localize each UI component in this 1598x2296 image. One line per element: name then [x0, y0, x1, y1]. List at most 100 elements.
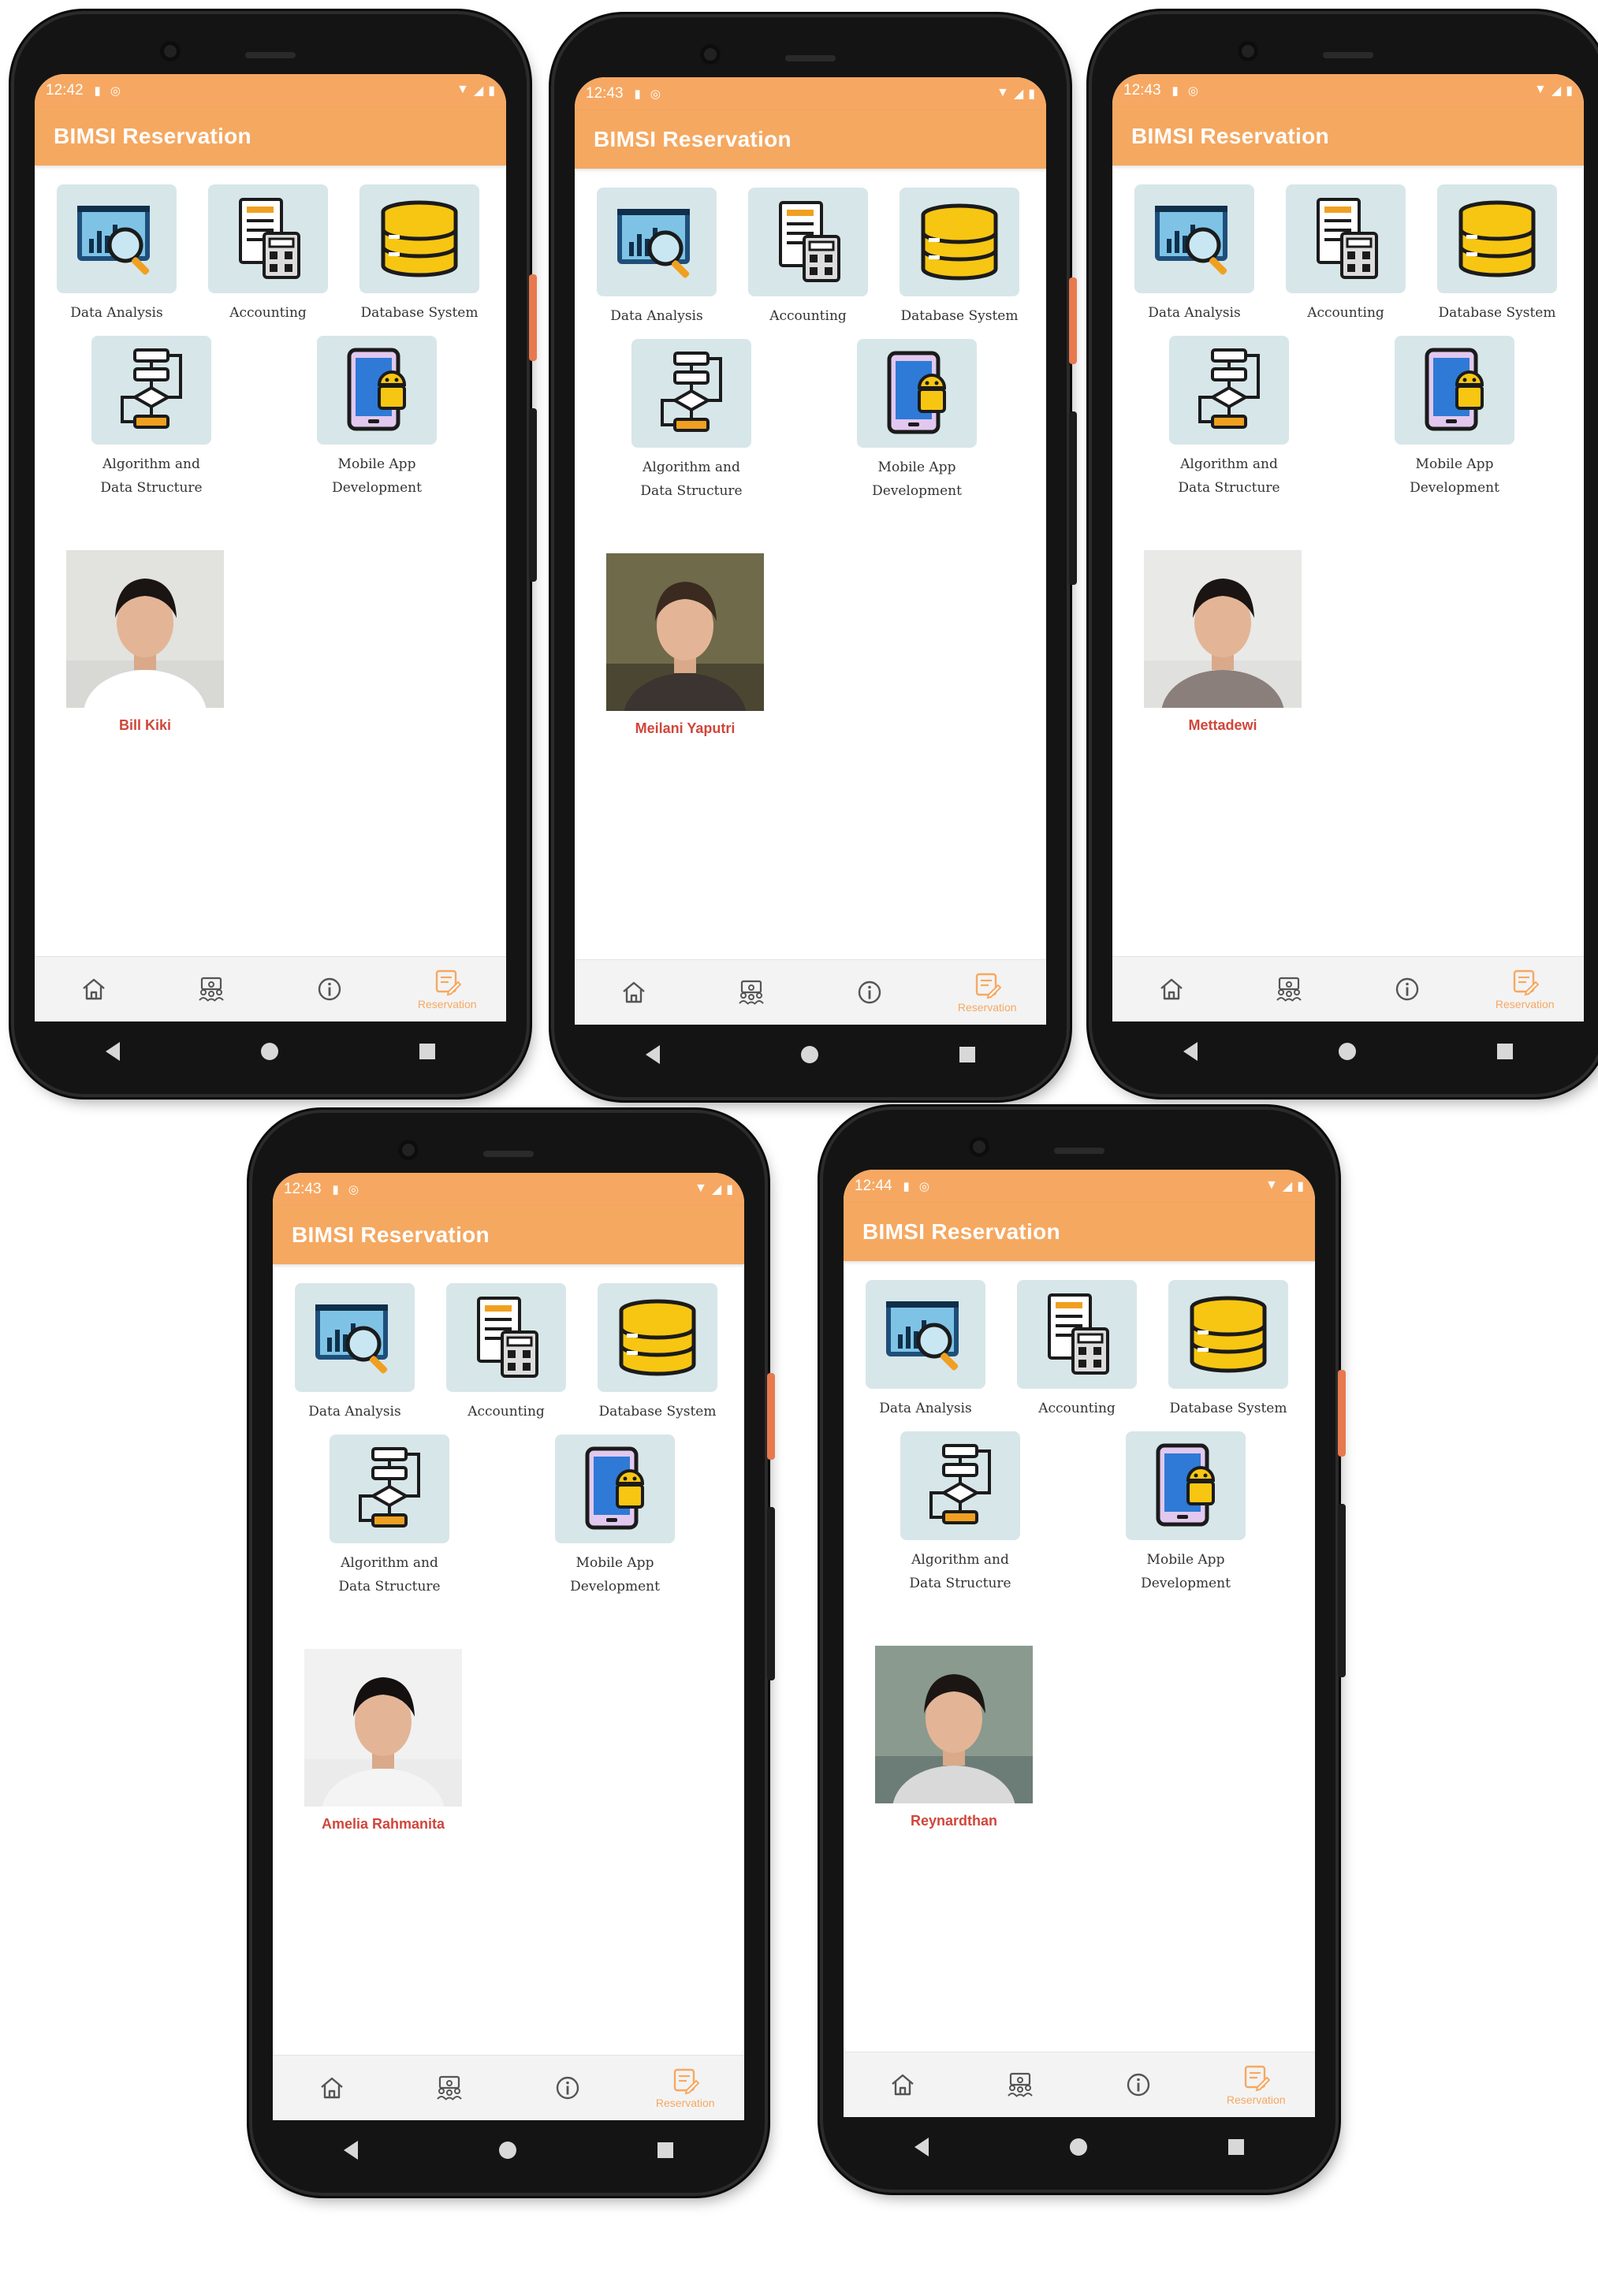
home-circle-icon[interactable] [260, 1043, 278, 1060]
course-algorithm-data-structure[interactable]: Algorithm and Data Structure [318, 1435, 460, 1598]
course-tile[interactable] [1134, 184, 1254, 293]
nav-reservation[interactable]: Reservation [929, 960, 1047, 1025]
course-data-analysis[interactable]: Data Analysis [46, 184, 188, 325]
course-database-system[interactable]: Database System [1426, 184, 1568, 325]
course-tile[interactable] [1017, 1280, 1137, 1389]
course-tile[interactable] [900, 188, 1019, 296]
course-accounting[interactable]: Accounting [435, 1283, 577, 1423]
nav-home[interactable] [273, 2056, 391, 2120]
course-accounting[interactable]: Accounting [1275, 184, 1417, 325]
course-tile[interactable] [91, 336, 211, 445]
nav-home[interactable] [844, 2052, 962, 2117]
course-content: Data Analysis Accounting Database System… [1112, 166, 1584, 914]
nav-mentors[interactable] [962, 2052, 1080, 2117]
nav-reservation[interactable]: Reservation [1466, 957, 1585, 1021]
course-tile[interactable] [446, 1283, 566, 1392]
course-label: Algorithm and Data Structure [909, 1552, 1011, 1591]
course-mobile-app-development[interactable]: Mobile App Development [1115, 1431, 1257, 1595]
recents-icon[interactable] [959, 1047, 976, 1062]
nav-home[interactable] [1112, 957, 1231, 1021]
nav-home[interactable] [35, 957, 153, 1021]
course-tile[interactable] [1126, 1431, 1246, 1540]
course-data-analysis[interactable]: Data Analysis [284, 1283, 426, 1423]
course-data-analysis[interactable]: Data Analysis [586, 188, 728, 328]
nav-mentors[interactable] [391, 2056, 509, 2120]
home-circle-icon[interactable] [1338, 1043, 1356, 1060]
home-circle-icon[interactable] [498, 2142, 516, 2159]
course-database-system[interactable]: Database System [587, 1283, 728, 1423]
course-tile[interactable] [857, 339, 977, 448]
course-tile[interactable] [1437, 184, 1557, 293]
mentor-card[interactable]: Amelia Rahmanita [304, 1649, 462, 1833]
back-icon[interactable] [105, 1042, 120, 1061]
course-tile[interactable] [900, 1431, 1020, 1540]
mentor-card[interactable]: Reynardthan [875, 1646, 1033, 1829]
course-tile[interactable] [317, 336, 437, 445]
course-tile[interactable] [359, 184, 479, 293]
status-right-icons: ▼ ◢ ▮ [456, 83, 495, 99]
course-tile[interactable] [1168, 1280, 1288, 1389]
nav-info[interactable] [508, 2056, 627, 2120]
back-icon[interactable] [914, 2138, 929, 2156]
course-tile[interactable] [208, 184, 328, 293]
nav-reservation[interactable]: Reservation [1198, 2052, 1316, 2117]
back-icon[interactable] [645, 1045, 660, 1064]
nav-info[interactable] [1079, 2052, 1198, 2117]
nav-mentors[interactable] [693, 960, 811, 1025]
flowchart-icon [929, 1444, 991, 1524]
course-mobile-app-development[interactable]: Mobile App Development [1384, 336, 1525, 500]
course-algorithm-data-structure[interactable]: Algorithm and Data Structure [1158, 336, 1300, 500]
course-accounting[interactable]: Accounting [197, 184, 339, 325]
course-accounting[interactable]: Accounting [737, 188, 879, 328]
course-tile[interactable] [748, 188, 868, 296]
course-tile[interactable] [555, 1435, 675, 1543]
course-data-analysis[interactable]: Data Analysis [855, 1280, 996, 1420]
course-mobile-app-development[interactable]: Mobile App Development [846, 339, 988, 503]
course-tile[interactable] [330, 1435, 449, 1543]
status-bar: 12:42 ▮ ◎ ▼ ◢ ▮ [35, 74, 506, 107]
back-icon[interactable] [1183, 1042, 1198, 1061]
nav-info[interactable] [1348, 957, 1466, 1021]
mentor-card[interactable]: Bill Kiki [66, 550, 224, 734]
course-database-system[interactable]: Database System [348, 184, 490, 325]
course-algorithm-data-structure[interactable]: Algorithm and Data Structure [80, 336, 222, 500]
nav-reservation[interactable]: Reservation [627, 2056, 745, 2120]
course-mobile-app-development[interactable]: Mobile App Development [544, 1435, 686, 1598]
nav-info[interactable] [810, 960, 929, 1025]
course-tile[interactable] [598, 1283, 717, 1392]
mentor-name: Amelia Rahmanita [321, 1816, 445, 1832]
nav-info[interactable] [270, 957, 389, 1021]
course-tile[interactable] [1286, 184, 1406, 293]
course-tile[interactable] [631, 339, 751, 448]
course-tile[interactable] [1395, 336, 1514, 445]
mentor-card[interactable]: Meilani Yaputri [606, 553, 764, 737]
course-algorithm-data-structure[interactable]: Algorithm and Data Structure [889, 1431, 1031, 1595]
signal-icon: ◢ [1551, 84, 1562, 98]
home-circle-icon[interactable] [800, 1046, 818, 1063]
back-icon[interactable] [343, 2141, 358, 2160]
nav-mentors[interactable] [153, 957, 271, 1021]
course-tile[interactable] [295, 1283, 415, 1392]
course-accounting[interactable]: Accounting [1006, 1280, 1148, 1420]
course-data-analysis[interactable]: Data Analysis [1123, 184, 1265, 325]
course-database-system[interactable]: Database System [1157, 1280, 1299, 1420]
status-bar: 12:44 ▮ ◎ ▼ ◢ ▮ [844, 1170, 1315, 1203]
recents-icon[interactable] [419, 1044, 436, 1059]
recents-icon[interactable] [657, 2142, 674, 2158]
course-tile[interactable] [1169, 336, 1289, 445]
course-tile[interactable] [866, 1280, 985, 1389]
course-tile[interactable] [57, 184, 177, 293]
home-circle-icon[interactable] [1069, 2138, 1087, 2156]
mentor-card[interactable]: Mettadewi [1144, 550, 1302, 734]
course-database-system[interactable]: Database System [888, 188, 1030, 328]
course-label: Mobile App Development [332, 456, 422, 496]
nav-home[interactable] [575, 960, 693, 1025]
course-tile[interactable] [597, 188, 717, 296]
nav-mentors[interactable] [1231, 957, 1349, 1021]
recents-icon[interactable] [1228, 2139, 1245, 2155]
recents-icon[interactable] [1497, 1044, 1514, 1059]
mentor-name: Bill Kiki [118, 717, 171, 733]
nav-reservation[interactable]: Reservation [389, 957, 507, 1021]
course-algorithm-data-structure[interactable]: Algorithm and Data Structure [620, 339, 762, 503]
course-mobile-app-development[interactable]: Mobile App Development [306, 336, 448, 500]
